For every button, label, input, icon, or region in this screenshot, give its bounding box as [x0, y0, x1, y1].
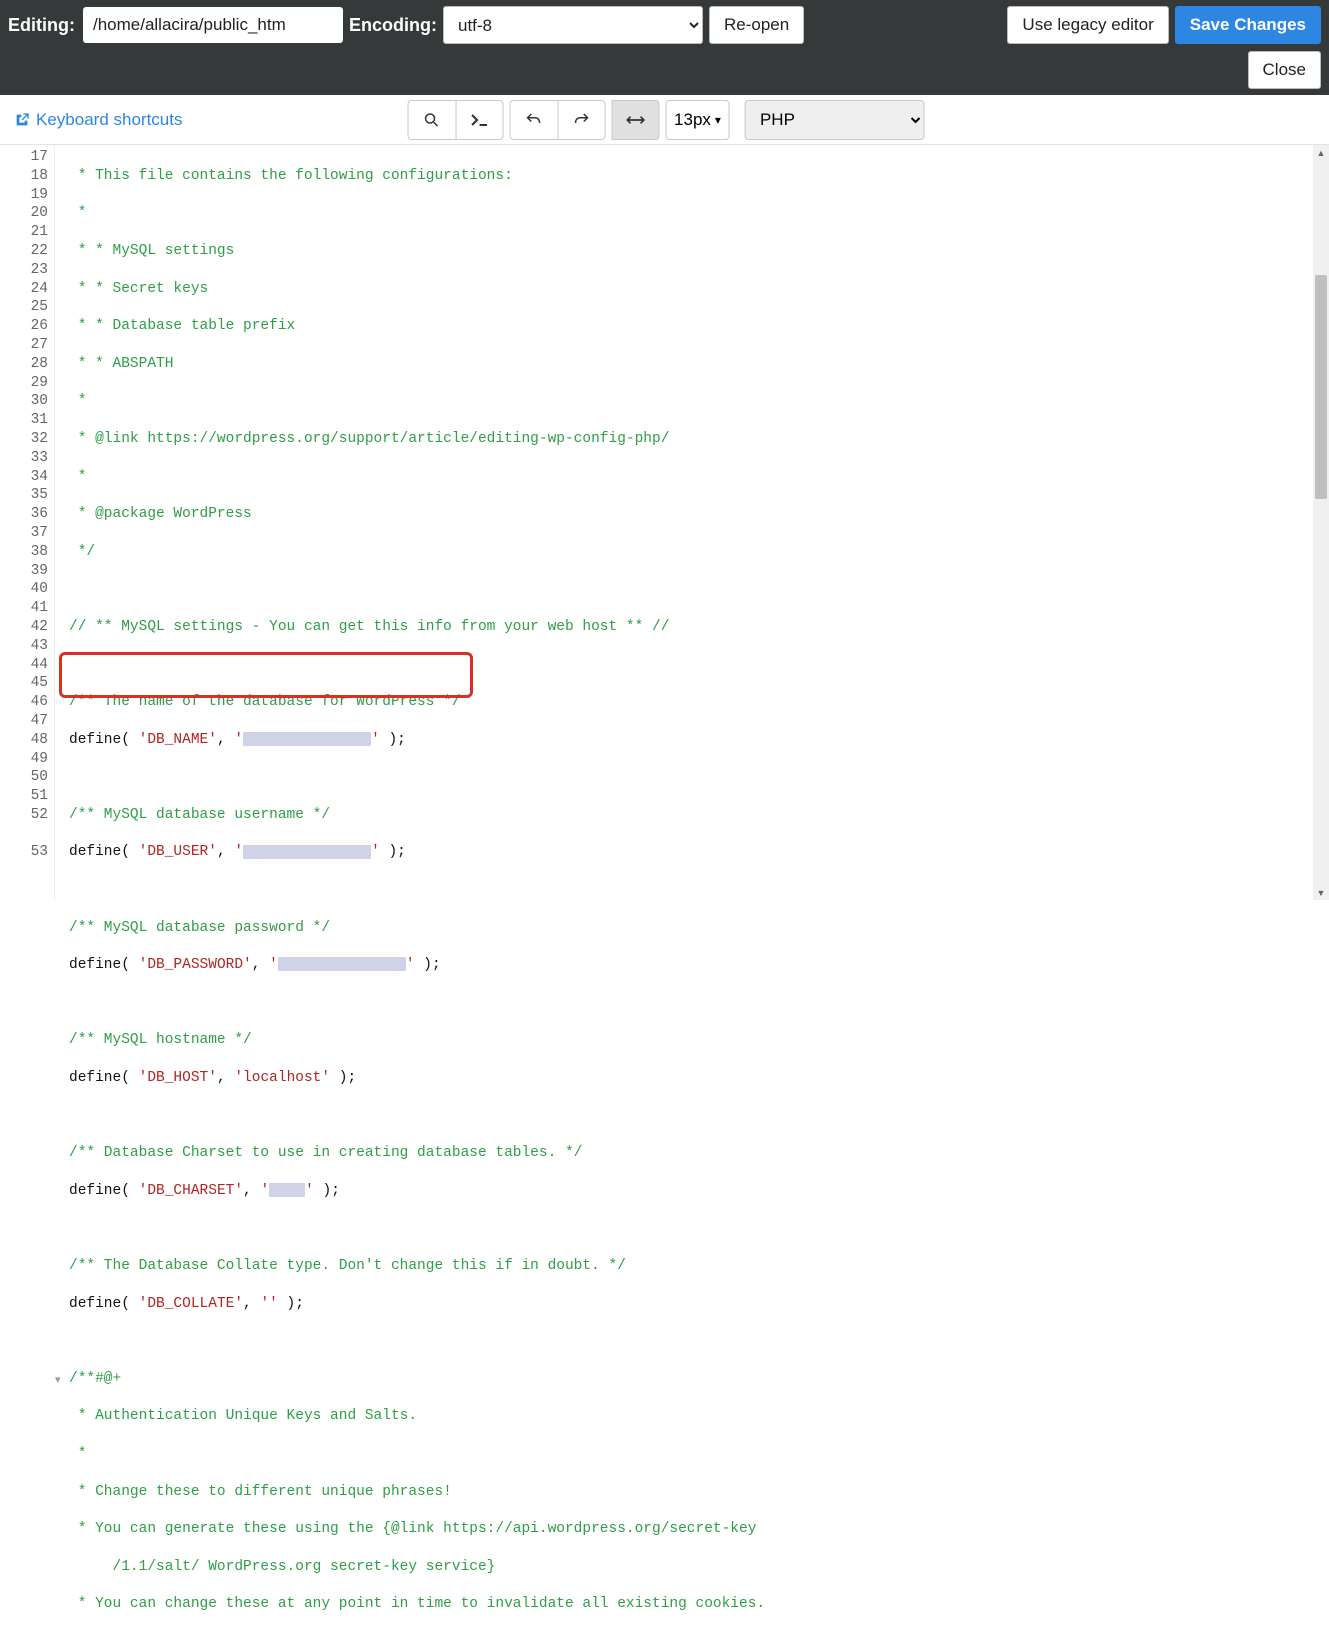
line-number-gutter: 1718192021222324252627282930313233343536…	[0, 145, 55, 900]
scroll-down-arrow-icon[interactable]: ▼	[1313, 885, 1329, 900]
external-link-icon	[14, 112, 30, 128]
code-content[interactable]: * This file contains the following confi…	[55, 145, 1329, 900]
font-size-select[interactable]: 13px ▾	[665, 100, 730, 140]
redacted-db-user	[243, 845, 371, 859]
language-select[interactable]: PHP	[745, 100, 925, 140]
highlight-box	[59, 652, 473, 698]
editor-toolbar: Keyboard shortcuts	[0, 95, 1329, 145]
terminal-icon	[469, 113, 489, 127]
undo-button[interactable]	[509, 100, 557, 140]
vertical-scrollbar[interactable]: ▲ ▼	[1313, 145, 1329, 900]
scroll-thumb[interactable]	[1315, 275, 1327, 499]
redacted-charset	[269, 1183, 305, 1197]
redo-button[interactable]	[557, 100, 605, 140]
arrows-horizontal-icon	[625, 113, 645, 127]
redacted-db-password	[278, 957, 406, 971]
fold-marker-icon[interactable]: ▾	[55, 1372, 61, 1391]
wrap-toggle-button[interactable]	[611, 100, 659, 140]
reopen-button[interactable]: Re-open	[709, 6, 804, 44]
redacted-db-name	[243, 732, 371, 746]
chevron-down-icon: ▾	[715, 113, 721, 127]
legacy-editor-button[interactable]: Use legacy editor	[1007, 6, 1168, 44]
encoding-select[interactable]: utf-8	[443, 6, 703, 44]
close-button[interactable]: Close	[1248, 51, 1321, 89]
file-path-input[interactable]	[83, 7, 343, 43]
encoding-label: Encoding:	[349, 15, 437, 36]
redo-icon	[572, 111, 590, 129]
top-bar: Editing: Encoding: utf-8 Re-open Use leg…	[0, 0, 1329, 95]
undo-icon	[525, 111, 543, 129]
search-icon	[423, 111, 441, 129]
editing-label: Editing:	[8, 15, 75, 36]
scroll-up-arrow-icon[interactable]: ▲	[1313, 145, 1329, 160]
editing-group: Editing:	[8, 7, 343, 43]
save-changes-button[interactable]: Save Changes	[1175, 6, 1321, 44]
editor-area: 1718192021222324252627282930313233343536…	[0, 145, 1329, 900]
keyboard-shortcuts-link[interactable]: Keyboard shortcuts	[14, 110, 182, 130]
search-button[interactable]	[407, 100, 455, 140]
terminal-button[interactable]	[455, 100, 503, 140]
